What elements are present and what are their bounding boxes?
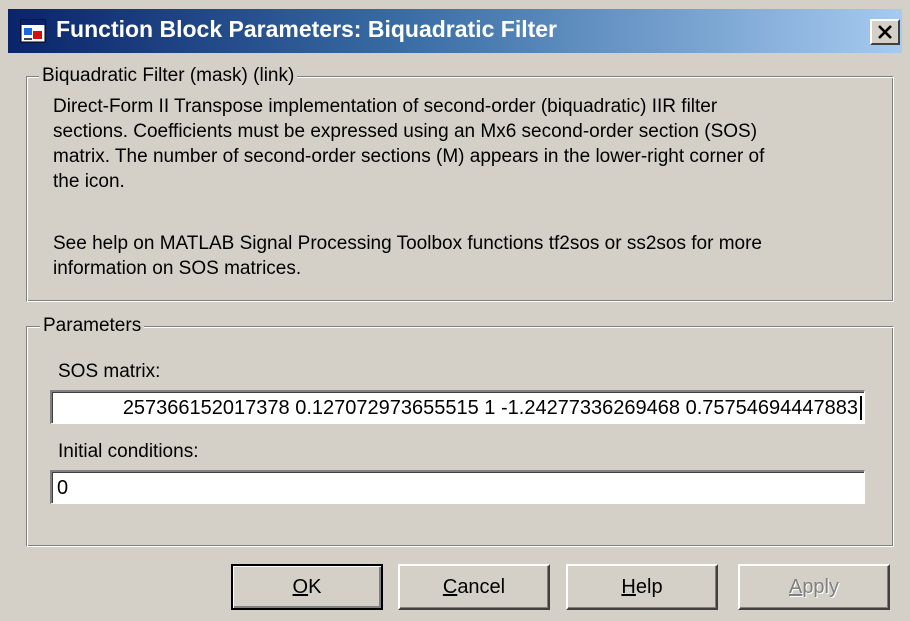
parameters-group [26, 326, 894, 547]
ok-label: K [308, 575, 322, 598]
apply-mnemonic: A [788, 575, 803, 598]
sos-matrix-label: SOS matrix: [58, 361, 161, 382]
help-mnemonic: H [621, 575, 636, 598]
initial-conditions-value: 0 [57, 477, 69, 499]
description-paragraph-2: See help on MATLAB Signal Processing Too… [53, 231, 903, 281]
sos-matrix-input[interactable]: 257366152017378 0.127072973655515 1 -1.2… [50, 390, 865, 424]
apply-button[interactable]: Apply [738, 564, 890, 610]
description-group: Biquadratic Filter (mask) (link) Direct-… [26, 65, 894, 302]
apply-label: pply [802, 575, 840, 598]
help-label: elp [635, 575, 663, 598]
cancel-mnemonic: C [442, 575, 458, 598]
help-button[interactable]: Help [566, 564, 718, 610]
description-paragraph-1: Direct-Form II Transpose implementation … [53, 94, 903, 194]
description-line: Direct-Form II Transpose implementation … [53, 96, 718, 117]
close-button[interactable] [870, 19, 900, 45]
initial-conditions-input[interactable]: 0 [50, 470, 865, 504]
initial-conditions-label: Initial conditions: [58, 441, 199, 462]
title-bar[interactable]: Function Block Parameters: Biquadratic F… [8, 9, 902, 53]
cancel-label: ancel [457, 575, 506, 598]
description-line: the icon. [53, 171, 125, 192]
description-group-title: Biquadratic Filter (mask) (link) [39, 65, 298, 87]
window-title: Function Block Parameters: Biquadratic F… [56, 16, 558, 42]
description-line: information on SOS matrices. [53, 258, 302, 279]
description-line: See help on MATLAB Signal Processing Too… [53, 233, 762, 254]
sos-matrix-value: 257366152017378 0.127072973655515 1 -1.2… [122, 397, 858, 419]
parameters-group-title: Parameters [40, 315, 145, 337]
dialog-window: Function Block Parameters: Biquadratic F… [0, 0, 910, 621]
simulink-block-icon [20, 19, 46, 43]
text-caret [860, 396, 862, 420]
ok-mnemonic: O [292, 575, 309, 598]
ok-button[interactable]: OK [231, 564, 383, 610]
cancel-button[interactable]: Cancel [398, 564, 550, 610]
description-line: sections. Coefficients must be expressed… [53, 121, 758, 142]
description-line: matrix. The number of second-order secti… [53, 146, 765, 167]
close-icon [878, 25, 892, 39]
